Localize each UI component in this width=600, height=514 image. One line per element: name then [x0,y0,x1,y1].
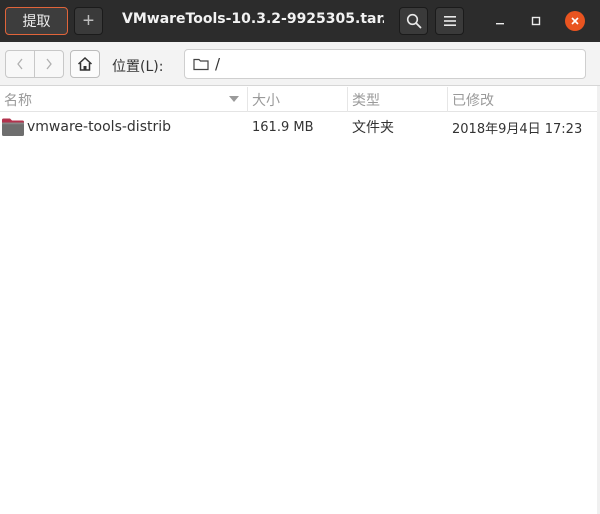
close-button[interactable] [565,11,585,31]
maximize-icon [531,16,541,26]
column-header-size[interactable]: 大小 [247,87,347,112]
column-header-modified[interactable]: 已修改 [447,87,600,112]
hamburger-menu-icon [443,16,456,26]
search-icon [406,13,421,29]
column-header-type[interactable]: 类型 [347,87,447,112]
home-icon [77,56,93,71]
column-header-name-label: 名称 [4,92,32,109]
folder-icon [193,58,209,71]
maximize-button[interactable] [526,11,546,31]
column-header-type-label: 类型 [352,92,380,109]
file-modified: 2018年9月4日 17:23 [452,121,583,137]
location-path: / [215,55,221,73]
minimize-button[interactable] [490,11,510,31]
column-header-name[interactable]: 名称 [0,87,247,112]
file-type: 文件夹 [352,120,394,136]
search-button[interactable] [399,7,428,35]
window-title: VMwareTools-10.3.2-9925305.tar.gz... [122,11,384,27]
chevron-left-icon [17,58,23,70]
column-header-size-label: 大小 [252,92,280,109]
folder-icon [2,118,24,136]
chevron-right-icon [46,58,53,70]
location-bar: 位置(L): / [0,42,600,86]
home-button[interactable] [70,50,100,78]
column-header-modified-label: 已修改 [452,92,494,109]
extract-button[interactable]: 提取 [5,7,68,35]
file-name: vmware-tools-distrib [27,119,172,135]
location-label: 位置(L): [112,59,164,75]
navigation-buttons [5,50,64,78]
minimize-icon [496,23,504,25]
location-field[interactable]: / [184,49,586,79]
column-headers: 名称 大小 类型 已修改 [0,87,600,112]
sort-descending-icon [229,96,239,102]
file-size: 161.9 MB [252,119,314,135]
back-button[interactable] [6,51,34,77]
file-row[interactable]: vmware-tools-distrib 161.9 MB 文件夹 2018年9… [0,113,600,141]
header-bar: 提取 + VMwareTools-10.3.2-9925305.tar.gz..… [0,0,600,42]
forward-button[interactable] [34,51,63,77]
close-icon [571,17,579,25]
file-name-cell: vmware-tools-distrib [0,113,171,141]
add-button[interactable]: + [74,7,103,35]
menu-button[interactable] [435,7,464,35]
